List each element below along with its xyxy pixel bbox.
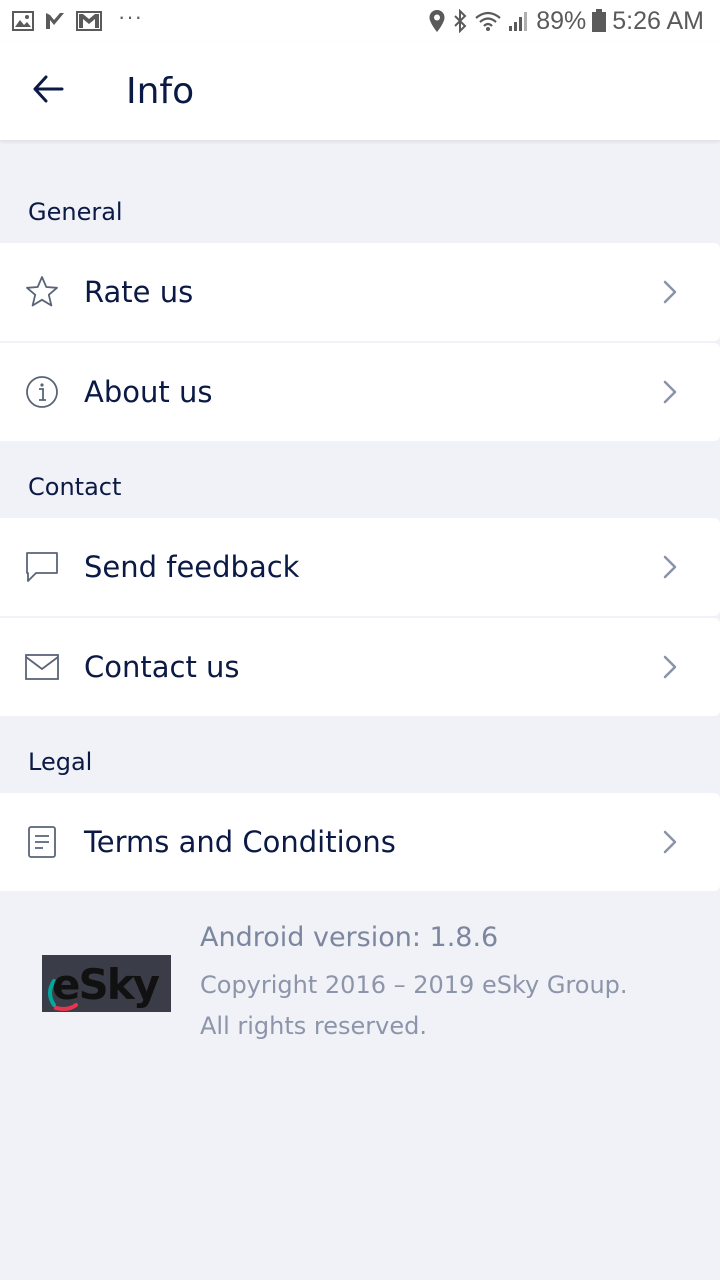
signal-icon: [508, 10, 530, 32]
page-title: Info: [126, 70, 195, 112]
app-version: Android version: 1.8.6: [200, 922, 499, 953]
document-icon: [0, 793, 84, 891]
menu-item-label: Send feedback: [84, 550, 300, 584]
gallery-notification-icon: [12, 11, 34, 31]
star-icon: [0, 243, 84, 341]
battery-icon: [592, 9, 607, 33]
copyright-line-2: All rights reserved.: [200, 1012, 427, 1040]
menu-item-label: Contact us: [84, 650, 240, 684]
menu-item-label: About us: [84, 375, 213, 409]
back-button[interactable]: [0, 42, 96, 140]
menu-item-contact-us[interactable]: Contact us: [0, 618, 720, 716]
app-info-footer: eSky Android version: 1.8.6 Copyright 20…: [0, 918, 720, 1058]
logo-text: eSky: [52, 960, 160, 1009]
section-label-legal: Legal: [28, 748, 93, 776]
esky-logo: eSky: [42, 955, 171, 1012]
menu-item-send-feedback[interactable]: Send feedback: [0, 518, 720, 616]
menu-item-label: Terms and Conditions: [84, 825, 396, 859]
copyright-line-1: Copyright 2016 – 2019 eSky Group.: [200, 971, 628, 999]
gmail-notification-icon: [76, 11, 102, 31]
status-bar: ··· 89% 5:26 AM: [0, 0, 720, 42]
section-label-general: General: [28, 198, 123, 226]
clock: 5:26 AM: [612, 6, 704, 35]
chevron-right-icon: [620, 343, 720, 441]
arrow-left-icon: [32, 75, 64, 107]
footer-text: Android version: 1.8.6 Copyright 2016 – …: [200, 922, 700, 1047]
chevron-right-icon: [620, 518, 720, 616]
location-icon: [428, 9, 446, 33]
battery-percentage: 89%: [536, 6, 587, 35]
menu-item-label: Rate us: [84, 275, 194, 309]
app-bar: Info: [0, 42, 720, 140]
more-notifications-icon: ···: [118, 4, 143, 29]
chevron-right-icon: [620, 618, 720, 716]
task-notification-icon: [44, 11, 66, 31]
chevron-right-icon: [620, 243, 720, 341]
mail-icon: [0, 618, 84, 716]
bluetooth-icon: [452, 9, 468, 33]
info-icon: [0, 343, 84, 441]
menu-item-rate-us[interactable]: Rate us: [0, 243, 720, 341]
section-label-contact: Contact: [28, 473, 122, 501]
wifi-icon: [474, 10, 502, 32]
menu-item-about-us[interactable]: About us: [0, 343, 720, 441]
menu-item-terms[interactable]: Terms and Conditions: [0, 793, 720, 891]
chevron-right-icon: [620, 793, 720, 891]
chat-icon: [0, 518, 84, 616]
